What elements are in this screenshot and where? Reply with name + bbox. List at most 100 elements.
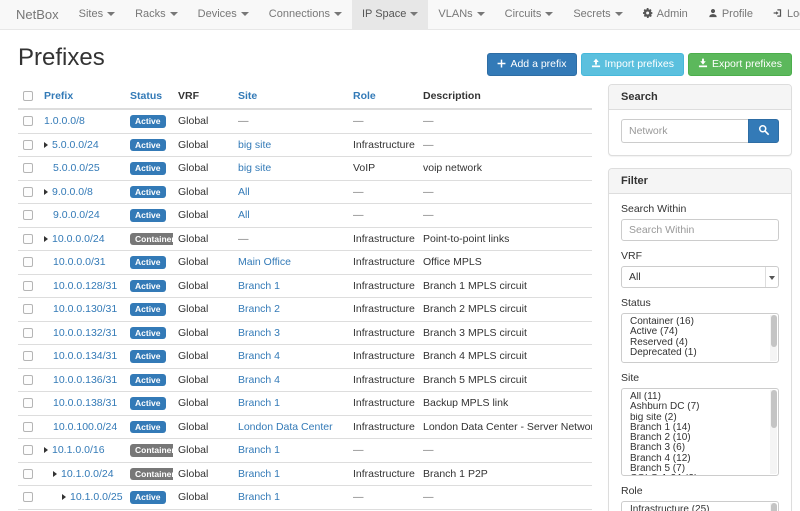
prefix-link[interactable]: 10.0.0.132/31 (53, 327, 117, 339)
filter-option[interactable]: Branch 5 (7) (622, 464, 769, 474)
row-checkbox[interactable] (23, 234, 33, 244)
site-link[interactable]: London Data Center (238, 421, 333, 433)
nav-item-profile[interactable]: Profile (698, 0, 763, 29)
row-checkbox[interactable] (23, 398, 33, 408)
prefix-link[interactable]: 5.0.0.0/24 (52, 139, 99, 151)
filter-option[interactable]: COLO-1-2A (2) (622, 474, 769, 476)
nav-item-secrets[interactable]: Secrets (563, 0, 632, 29)
role-listbox[interactable]: Infrastructure (25)Management (8)Private… (621, 501, 779, 511)
search-icon (758, 124, 770, 136)
scrollbar-thumb[interactable] (771, 315, 777, 347)
nav-item-racks[interactable]: Racks (125, 0, 188, 29)
prefix-link[interactable]: 10.0.0.128/31 (53, 280, 117, 292)
vrf-select[interactable]: All (621, 266, 779, 288)
search-input[interactable] (621, 119, 748, 143)
row-checkbox[interactable] (23, 116, 33, 126)
row-checkbox[interactable] (23, 210, 33, 220)
import-prefixes-button[interactable]: Import prefixes (581, 53, 684, 76)
search-button[interactable] (748, 119, 779, 143)
prefix-link[interactable]: 10.0.0.136/31 (53, 374, 117, 386)
nav-item-admin[interactable]: Admin (633, 0, 698, 29)
scrollbar-track[interactable] (770, 390, 777, 474)
site-link[interactable]: Branch 1 (238, 397, 280, 409)
sort-link-role[interactable]: Role (353, 90, 376, 102)
row-checkbox[interactable] (23, 187, 33, 197)
filter-option[interactable]: Reserved (4) (622, 338, 769, 348)
row-checkbox[interactable] (23, 281, 33, 291)
nav-item-vlans[interactable]: VLANs (428, 0, 494, 29)
nav-item-ip-space[interactable]: IP Space (352, 0, 428, 29)
status-badge: Container (130, 233, 173, 246)
app-brand[interactable]: NetBox (6, 0, 69, 29)
prefix-link[interactable]: 10.0.0.134/31 (53, 350, 117, 362)
site-link[interactable]: Branch 4 (238, 374, 280, 386)
prefix-link[interactable]: 10.0.0.0/24 (52, 233, 105, 245)
prefix-link[interactable]: 10.0.0.0/31 (53, 256, 106, 268)
row-checkbox[interactable] (23, 375, 33, 385)
row-checkbox[interactable] (23, 304, 33, 314)
filter-option[interactable]: Infrastructure (25) (622, 505, 769, 511)
row-checkbox[interactable] (23, 422, 33, 432)
prefix-link[interactable]: 10.1.0.0/24 (61, 468, 114, 480)
filter-option[interactable]: Branch 3 (6) (622, 443, 769, 453)
row-checkbox[interactable] (23, 351, 33, 361)
row-checkbox[interactable] (23, 257, 33, 267)
site-link[interactable]: big site (238, 162, 271, 174)
prefix-link[interactable]: 10.0.0.138/31 (53, 397, 117, 409)
filter-option[interactable]: All (11) (622, 392, 769, 402)
prefix-link[interactable]: 10.0.0.130/31 (53, 303, 117, 315)
site-link[interactable]: Branch 1 (238, 468, 280, 480)
scrollbar-track[interactable] (770, 503, 777, 511)
prefix-link[interactable]: 9.0.0.0/8 (52, 186, 93, 198)
row-checkbox[interactable] (23, 445, 33, 455)
site-link[interactable]: Branch 1 (238, 491, 280, 503)
nav-item-sites[interactable]: Sites (69, 0, 125, 29)
nav-item-devices[interactable]: Devices (188, 0, 259, 29)
filter-option[interactable]: Ashburn DC (7) (622, 402, 769, 412)
sort-link-prefix[interactable]: Prefix (44, 90, 73, 102)
row-checkbox[interactable] (23, 492, 33, 502)
site-link[interactable]: Branch 1 (238, 280, 280, 292)
site-link[interactable]: big site (238, 139, 271, 151)
header-select-checkbox[interactable] (23, 91, 33, 101)
site-link[interactable]: Branch 4 (238, 350, 280, 362)
filter-option[interactable]: Branch 2 (10) (622, 433, 769, 443)
filter-option[interactable]: Active (74) (622, 327, 769, 337)
prefix-link[interactable]: 10.0.100.0/24 (53, 421, 117, 433)
scrollbar-thumb[interactable] (771, 503, 777, 511)
prefix-link[interactable]: 9.0.0.0/24 (53, 209, 100, 221)
status-listbox[interactable]: Container (16)Active (74)Reserved (4)Dep… (621, 313, 779, 363)
prefix-link[interactable]: 10.1.0.0/25 (70, 491, 123, 503)
site-link[interactable]: Main Office (238, 256, 291, 268)
site-link[interactable]: Branch 2 (238, 303, 280, 315)
site-link[interactable]: All (238, 209, 250, 221)
scrollbar-thumb[interactable] (771, 390, 777, 428)
add-prefix-button[interactable]: Add a prefix (487, 53, 576, 76)
site-link[interactable]: Branch 3 (238, 327, 280, 339)
row-checkbox[interactable] (23, 328, 33, 338)
sort-link-status[interactable]: Status (130, 90, 162, 102)
prefix-link[interactable]: 5.0.0.0/25 (53, 162, 100, 174)
filter-option[interactable]: big site (2) (622, 413, 769, 423)
site-link[interactable]: Branch 1 (238, 444, 280, 456)
prefix-link[interactable]: 1.0.0.0/8 (44, 115, 85, 127)
sort-link-site[interactable]: Site (238, 90, 257, 102)
row-checkbox[interactable] (23, 163, 33, 173)
row-checkbox[interactable] (23, 469, 33, 479)
site-listbox[interactable]: All (11)Ashburn DC (7)big site (2)Branch… (621, 388, 779, 476)
prefix-link[interactable]: 10.1.0.0/16 (52, 444, 105, 456)
filter-option[interactable]: Deprecated (1) (622, 348, 769, 358)
scrollbar-track[interactable] (770, 315, 777, 361)
filter-option[interactable]: Container (16) (622, 317, 769, 327)
nav-item-connections[interactable]: Connections (259, 0, 352, 29)
nav-item-log-out[interactable]: Log out (763, 0, 800, 29)
site-link[interactable]: All (238, 186, 250, 198)
filter-option[interactable]: Branch 4 (12) (622, 454, 769, 464)
filter-option[interactable]: Branch 1 (14) (622, 423, 769, 433)
search-within-input[interactable] (621, 219, 779, 241)
expand-arrow-icon (44, 236, 48, 242)
cell-site: Main Office (233, 251, 348, 275)
row-checkbox[interactable] (23, 140, 33, 150)
export-prefixes-button[interactable]: Export prefixes (688, 53, 792, 76)
nav-item-circuits[interactable]: Circuits (495, 0, 564, 29)
